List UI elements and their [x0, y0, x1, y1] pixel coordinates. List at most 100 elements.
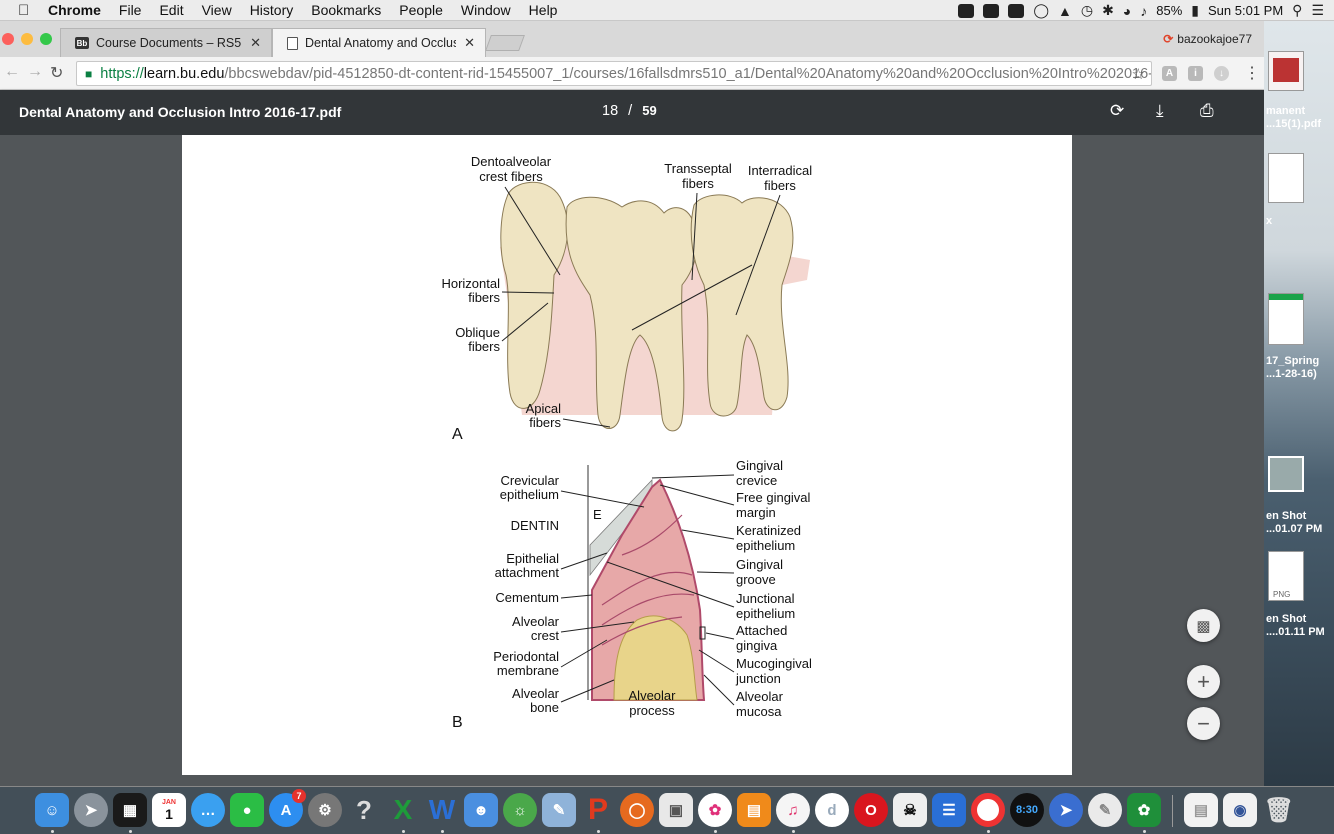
firefox-icon[interactable]: ◯ [620, 793, 654, 827]
finder-icon[interactable]: ☺ [35, 793, 69, 827]
skull-app-icon[interactable]: ☠ [893, 793, 927, 827]
extension-download-icon[interactable]: ↓ [1214, 66, 1229, 81]
ibooks-icon[interactable]: ▤ [737, 793, 771, 827]
battery-percent[interactable]: 85% [1156, 3, 1182, 18]
menu-app-name[interactable]: Chrome [48, 2, 101, 18]
desktop-background: manent ...15(1).pdf x 17_Spring ...1-28-16… [1264, 21, 1334, 786]
battery-icon[interactable]: ▮ [1191, 2, 1199, 19]
desktop-spreadsheet-icon[interactable] [1268, 293, 1304, 345]
url-domain: learn.bu.edu [143, 65, 225, 82]
desktop-png-file-icon[interactable]: PNG [1268, 551, 1304, 601]
menu-edit[interactable]: Edit [159, 2, 183, 18]
facetime-icon[interactable]: ● [230, 793, 264, 827]
dictionary-icon[interactable]: d [815, 793, 849, 827]
tab-dental-anatomy[interactable]: Dental Anatomy and Occlusion ✕ [272, 28, 486, 57]
menu-bookmarks[interactable]: Bookmarks [311, 2, 381, 18]
powerpoint-icon[interactable]: P [581, 793, 615, 827]
forward-arrow-icon[interactable]: → [27, 63, 43, 81]
chrome-menu-icon[interactable]: ⋮ [1244, 63, 1260, 83]
app-status-icon[interactable] [983, 3, 1000, 18]
bluetooth-icon[interactable]: ✱ [1102, 2, 1114, 19]
address-bar[interactable]: ■ https:// learn.bu.edu /bbcswebdav/pid-… [76, 61, 1152, 86]
bell-status-icon[interactable]: ▲ [1058, 3, 1072, 19]
new-tab-button[interactable] [485, 35, 525, 51]
word-icon[interactable]: W [425, 793, 459, 827]
menu-people[interactable]: People [399, 2, 443, 18]
trash-icon[interactable]: 🗑 [1262, 793, 1296, 827]
desktop-pdf-file-icon[interactable] [1268, 51, 1304, 91]
image-capture-icon[interactable]: ▣ [659, 793, 693, 827]
bookmark-star-icon[interactable]: ☆ [1132, 65, 1145, 83]
menu-file[interactable]: File [119, 2, 142, 18]
menubar:  Chrome File Edit View History Bookmark… [0, 0, 1334, 21]
extension-a-icon[interactable]: A [1162, 66, 1177, 81]
label-crevicular-line2: epithelium [500, 487, 559, 502]
desktop-file-label[interactable]: en Shot ....01.11 PM [1266, 613, 1325, 639]
desktop-file-label[interactable]: 17_Spring ...1-28-16) [1266, 355, 1319, 381]
desktop-file-label[interactable]: manent ...15(1).pdf [1266, 105, 1321, 131]
help-icon[interactable]: ? [347, 793, 381, 827]
spotlight-icon[interactable]: ⚲ [1292, 2, 1302, 19]
current-page-input[interactable]: 18 [602, 103, 618, 119]
close-tab-icon[interactable]: ✕ [464, 35, 475, 51]
system-preferences-icon[interactable]: ⚙ [308, 793, 342, 827]
fit-to-page-button[interactable]: ▩ [1187, 609, 1220, 642]
camera-status-icon[interactable] [1008, 3, 1025, 18]
preview-icon[interactable]: ✎ [542, 793, 576, 827]
lync-icon[interactable]: ☻ [464, 793, 498, 827]
zoom-out-button[interactable]: − [1187, 707, 1220, 740]
shield-status-icon[interactable]: ◯ [1033, 2, 1049, 19]
extension-info-icon[interactable]: i [1188, 66, 1203, 81]
menu-view[interactable]: View [202, 2, 232, 18]
evernote-status-icon[interactable] [958, 3, 975, 18]
pdf-viewport[interactable]: Dentoalveolar crest fibers Transseptal f… [0, 135, 1264, 786]
excel-icon[interactable]: X [386, 793, 420, 827]
profile-button[interactable]: ⟳ bazookajoe77 [1163, 32, 1252, 46]
download-icon[interactable]: ⤓ [1156, 101, 1164, 121]
pencil-app-icon[interactable]: ✎ [1088, 793, 1122, 827]
downloads-stack-icon[interactable]: ◉ [1223, 793, 1257, 827]
activity-monitor-icon[interactable]: ▦ [113, 793, 147, 827]
network-icon[interactable]: ☼ [503, 793, 537, 827]
wifi-icon[interactable]: ◕ [1123, 3, 1131, 19]
desktop-file-label[interactable]: en Shot ...01.07 PM [1266, 510, 1322, 536]
dock: ☺ ➤ ▦ JAN 1 … ● A 7 ⚙ ? X W ☻ ☼ ✎ P ◯ ▣ … [0, 786, 1334, 834]
zoom-window-button[interactable] [40, 33, 52, 45]
list-app-icon[interactable]: ☰ [932, 793, 966, 827]
running-indicator [129, 830, 132, 833]
clock-app-icon[interactable]: 8:30 [1010, 793, 1044, 827]
total-pages: 59 [642, 103, 657, 118]
launchpad-icon[interactable]: ➤ [74, 793, 108, 827]
volume-icon[interactable]: ♪ [1140, 3, 1147, 19]
evernote-icon[interactable]: ✿ [1127, 793, 1161, 827]
menu-history[interactable]: History [250, 2, 294, 18]
desktop-file-label[interactable]: x [1266, 215, 1272, 228]
notification-center-icon[interactable]: ☰ [1311, 2, 1324, 19]
menu-help[interactable]: Help [529, 2, 558, 18]
documents-stack-icon[interactable]: ▤ [1184, 793, 1218, 827]
tab-title: Course Documents – RS510 A [96, 36, 242, 50]
menu-window[interactable]: Window [461, 2, 511, 18]
back-arrow-icon[interactable]: ← [4, 63, 20, 81]
opera-icon[interactable]: O [854, 793, 888, 827]
messages-icon[interactable]: … [191, 793, 225, 827]
itunes-icon[interactable]: ♫ [776, 793, 810, 827]
zoom-in-button[interactable]: + [1187, 665, 1220, 698]
rotate-icon[interactable]: ⟳ [1110, 101, 1124, 121]
close-tab-icon[interactable]: ✕ [250, 35, 261, 51]
desktop-document-icon[interactable] [1268, 153, 1304, 203]
tab-course-documents[interactable]: Bb Course Documents – RS510 A ✕ [60, 28, 272, 57]
time-machine-icon[interactable]: ◷ [1081, 2, 1093, 19]
minimize-window-button[interactable] [21, 33, 33, 45]
safari-like-icon[interactable]: ➤ [1049, 793, 1083, 827]
desktop-screenshot-thumb-icon[interactable] [1268, 456, 1304, 492]
close-window-button[interactable] [2, 33, 14, 45]
apple-menu-icon[interactable]:  [18, 2, 34, 19]
photos-icon[interactable]: ✿ [698, 793, 732, 827]
secure-lock-icon[interactable]: ■ [85, 67, 92, 81]
calendar-icon[interactable]: JAN 1 [152, 793, 186, 827]
reload-icon[interactable]: ↻ [50, 63, 63, 83]
chrome-icon[interactable] [971, 793, 1005, 827]
menubar-clock[interactable]: Sun 5:01 PM [1208, 3, 1283, 18]
print-icon[interactable]: ⎙ [1200, 101, 1214, 121]
